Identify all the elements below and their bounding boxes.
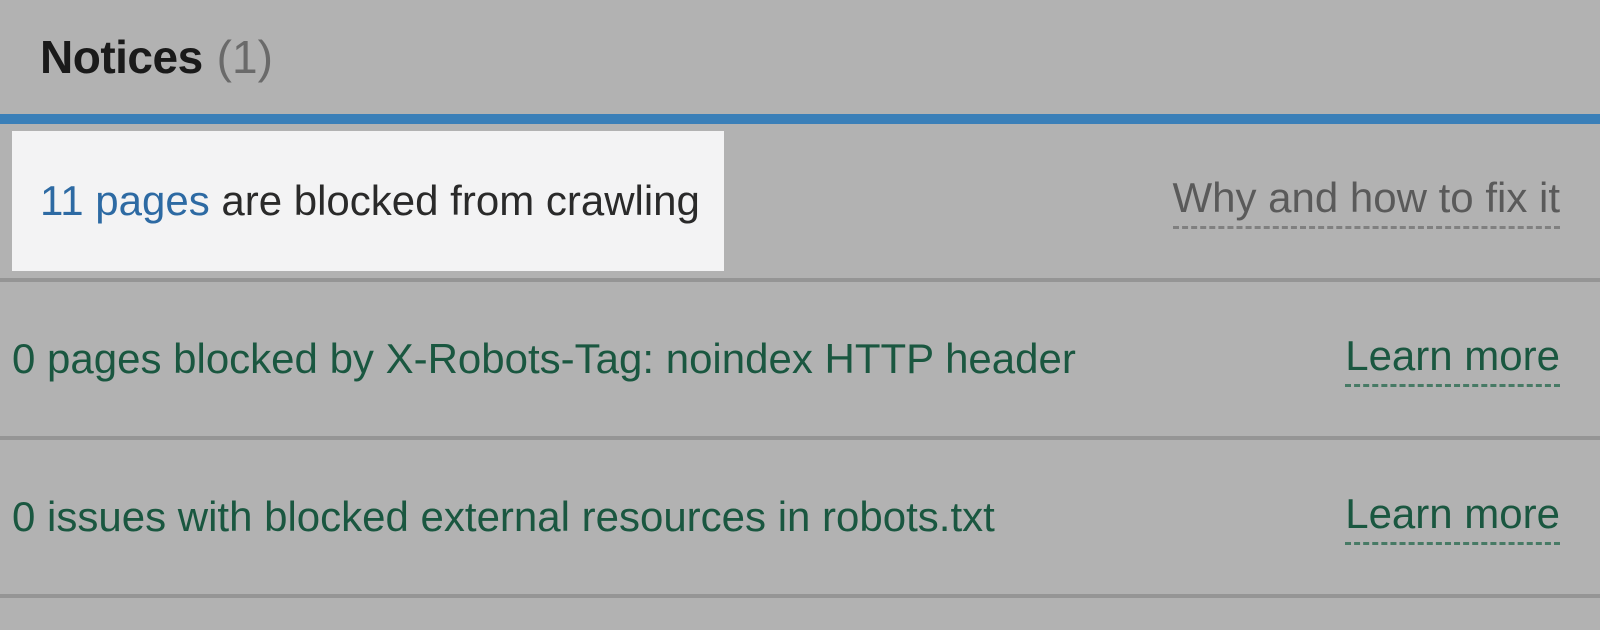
learn-more-link[interactable]: Learn more (1345, 332, 1560, 387)
highlighted-message: 11 pages are blocked from crawling (12, 131, 724, 271)
learn-more-link[interactable]: Learn more (1345, 490, 1560, 545)
notice-row: 11 pages are blocked from crawling Why a… (0, 124, 1600, 282)
panel-header: Notices (1) (0, 30, 1600, 114)
notice-message: 11 pages are blocked from crawling (12, 131, 724, 271)
header-divider (0, 114, 1600, 124)
notice-row: 0 issues with blocked external resources… (0, 440, 1600, 598)
notice-message: 0 issues with blocked external resources… (12, 493, 995, 541)
fix-help-link[interactable]: Why and how to fix it (1173, 174, 1561, 229)
pages-count-link[interactable]: 11 pages (40, 177, 210, 224)
message-rest: are blocked from crawling (210, 177, 700, 224)
notices-panel: Notices (1) 11 pages are blocked from cr… (0, 0, 1600, 598)
panel-count: (1) (217, 30, 273, 84)
notice-message: 0 pages blocked by X-Robots-Tag: noindex… (12, 335, 1076, 383)
panel-title: Notices (40, 30, 203, 84)
notice-row: 0 pages blocked by X-Robots-Tag: noindex… (0, 282, 1600, 440)
